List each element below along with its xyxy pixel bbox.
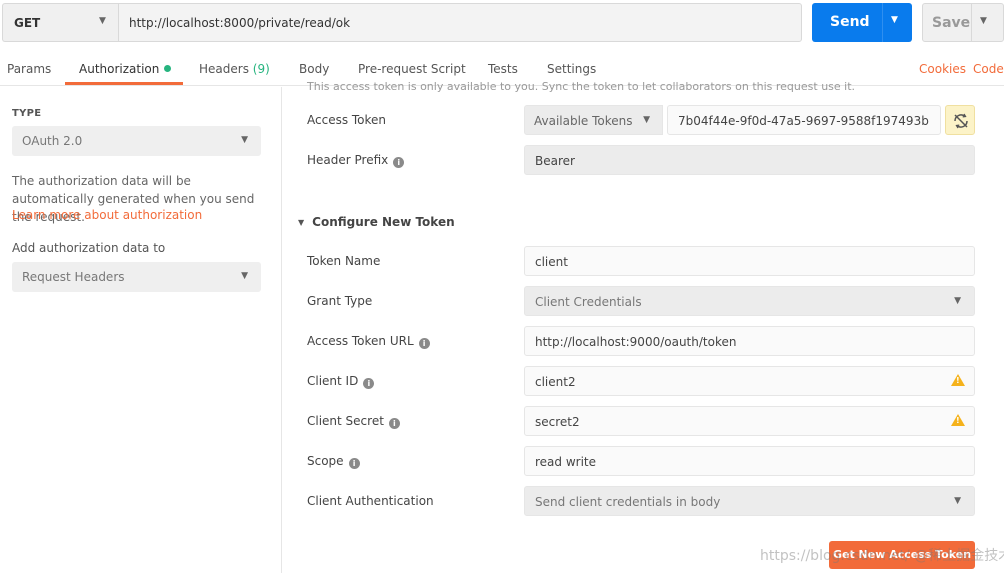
access-token-label: Access Token [307,113,387,127]
auth-type-panel: TYPE OAuth 2.0 ▼ The authorization data … [0,87,282,573]
client-secret-value: secret2 [535,415,580,429]
header-prefix-label: Header Prefix i [307,153,405,168]
scope-text: Scope [307,454,344,468]
warning-icon: ! [951,374,965,386]
grant-type-value: Client Credentials [535,295,642,309]
configure-new-token-toggle[interactable]: ▼ Configure New Token [298,215,455,229]
code-link[interactable]: Code [973,62,1004,76]
token-name-label: Token Name [307,254,381,268]
save-button[interactable]: Save ▼ [922,3,1004,42]
sync-off-icon [954,113,968,129]
save-label: Save [932,15,971,31]
warning-icon: ! [951,414,965,426]
method-select[interactable]: GET ▼ [2,3,118,42]
tab-body[interactable]: Body [299,62,329,76]
tab-headers-label: Headers [199,62,249,76]
grant-type-select[interactable]: Client Credentials ▼ [524,286,975,316]
tab-pre-request-script[interactable]: Pre-request Script [358,62,466,76]
add-auth-label: Add authorization data to [12,241,166,255]
tab-params[interactable]: Params [7,62,51,76]
header-prefix-input[interactable]: Bearer [524,145,975,175]
info-icon: i [388,418,400,429]
access-token-url-value: http://localhost:9000/oauth/token [535,335,737,349]
header-prefix-value: Bearer [535,154,575,168]
access-token-url-text: Access Token URL [307,334,414,348]
client-auth-label: Client Authentication [307,494,434,508]
add-auth-to-select[interactable]: Request Headers ▼ [12,262,261,292]
active-dot-icon [164,65,172,72]
auth-type-select[interactable]: OAuth 2.0 ▼ [12,126,261,156]
tab-authorization-label: Authorization [79,62,160,76]
token-notice: This access token is only available to y… [307,80,856,93]
client-auth-value: Send client credentials in body [535,495,721,509]
tab-tests[interactable]: Tests [488,62,518,76]
url-input[interactable]: http://localhost:8000/private/read/ok [118,3,802,42]
save-options-chevron-icon[interactable]: ▼ [980,16,987,26]
add-auth-to-value: Request Headers [22,270,125,284]
access-token-url-input[interactable]: http://localhost:9000/oauth/token [524,326,975,356]
info-icon: i [418,338,430,349]
tab-settings[interactable]: Settings [547,62,596,76]
send-divider [882,3,883,42]
active-tab-indicator [65,82,183,85]
access-token-url-label: Access Token URL i [307,334,430,349]
chevron-down-icon: ▼ [954,296,961,306]
scope-label: Scope i [307,454,360,469]
chevron-down-icon: ▼ [241,271,248,281]
client-id-value: client2 [535,375,576,389]
configure-title: Configure New Token [312,215,455,229]
send-label: Send [830,14,870,30]
cookies-link[interactable]: Cookies [919,62,966,76]
save-divider [971,4,972,41]
token-name-input[interactable]: client [524,246,975,276]
client-id-input[interactable]: client2 ! [524,366,975,396]
access-token-field[interactable]: 7b04f44e-9f0d-47a5-9697-9588f197493b [667,105,941,135]
header-prefix-text: Header Prefix [307,153,389,167]
available-tokens-value: Available Tokens [534,114,633,128]
scope-input[interactable]: read write [524,446,975,476]
chevron-down-icon: ▼ [99,16,106,26]
tab-authorization[interactable]: Authorization [79,62,172,76]
client-id-text: Client ID [307,374,359,388]
info-icon: i [348,458,360,469]
info-icon: i [363,378,375,389]
info-icon: i [393,157,405,168]
client-id-label: Client ID i [307,374,375,389]
chevron-down-icon: ▼ [241,135,248,145]
grant-type-label: Grant Type [307,294,373,308]
url-value: http://localhost:8000/private/read/ok [129,16,351,30]
token-name-value: client [535,255,568,269]
method-value: GET [14,16,41,30]
send-options-chevron-icon[interactable]: ▼ [891,15,898,25]
client-secret-label: Client Secret i [307,414,400,429]
tab-headers[interactable]: Headers (9) [199,62,270,76]
request-bar: GET ▼ http://localhost:8000/private/read… [0,0,1004,48]
auth-type-value: OAuth 2.0 [22,134,83,148]
headers-count: (9) [252,62,270,76]
sync-token-button[interactable] [945,105,975,135]
chevron-down-icon: ▼ [643,115,650,125]
access-token-value: 7b04f44e-9f0d-47a5-9697-9588f197493b [678,114,929,128]
client-secret-input[interactable]: secret2 ! [524,406,975,436]
learn-more-link[interactable]: Learn more about authorization [12,208,202,222]
send-button[interactable]: Send ▼ [812,3,912,42]
client-auth-select[interactable]: Send client credentials in body ▼ [524,486,975,516]
watermark: https://blog.csdn.net/ @稀土掘金技术社区 [760,548,1004,564]
chevron-down-icon: ▼ [954,496,961,506]
available-tokens-select[interactable]: Available Tokens ▼ [524,105,663,135]
client-secret-text: Client Secret [307,414,384,428]
type-label: TYPE [12,108,42,119]
scope-value: read write [535,455,597,469]
caret-down-icon: ▼ [298,218,305,227]
